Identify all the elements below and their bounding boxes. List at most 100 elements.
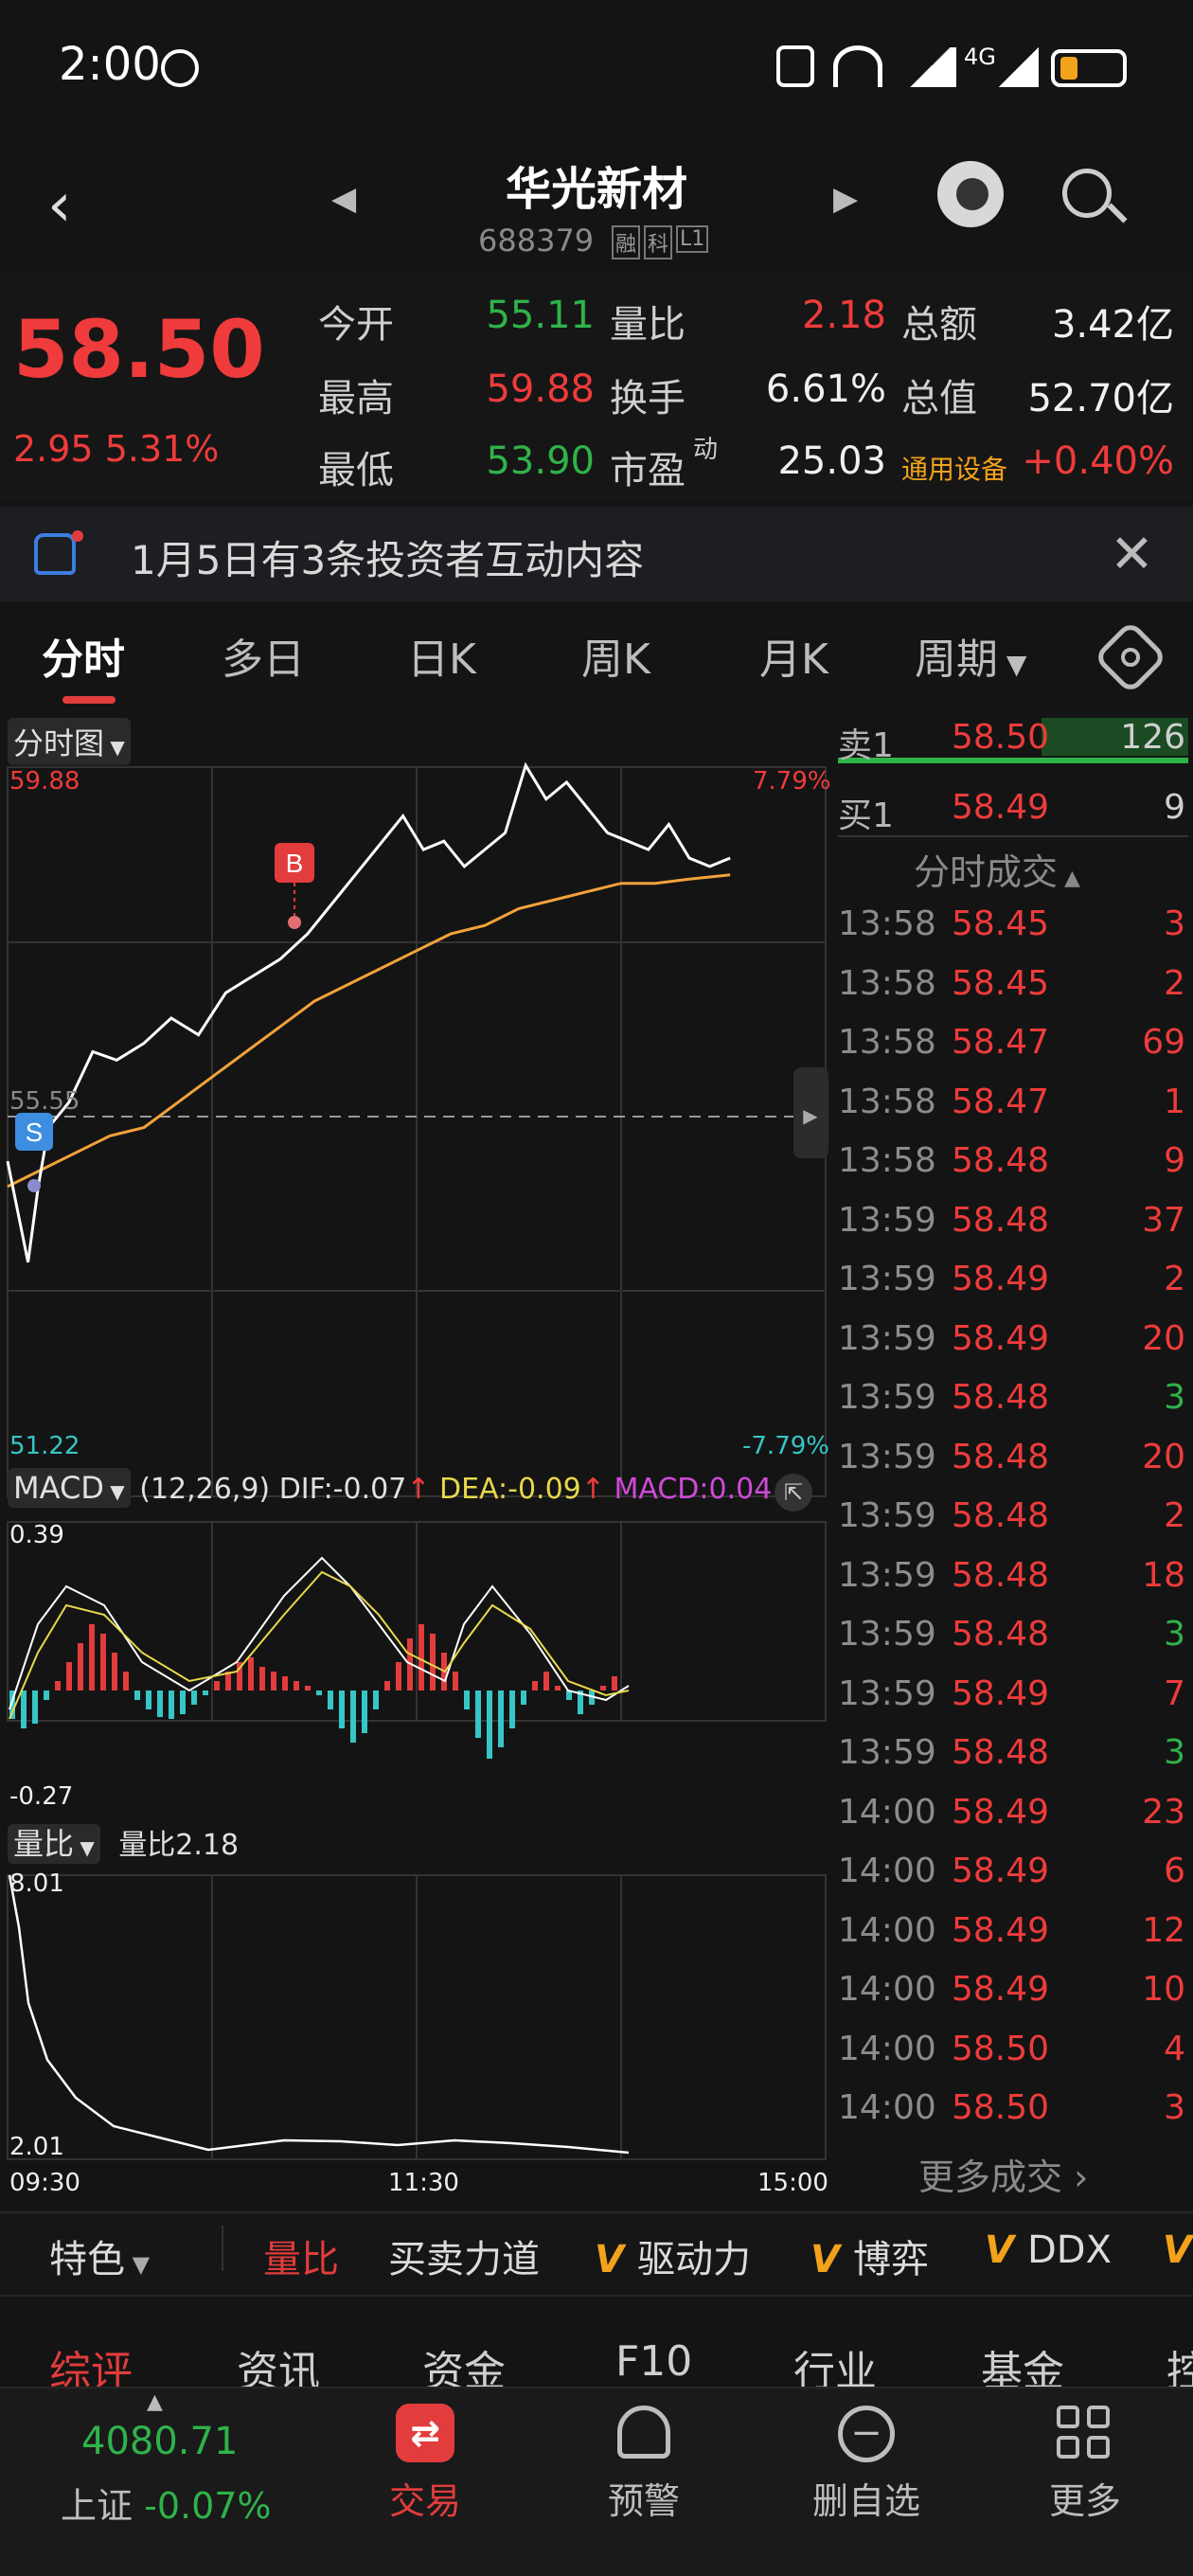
quote-label: 最低 (318, 449, 394, 492)
chevron-down-icon: ▼ (125, 2251, 151, 2278)
macd-bar (612, 1676, 617, 1690)
hotspot-icon (833, 45, 882, 87)
trade-time: 14:00 (838, 2029, 936, 2068)
buy-marker-label: B (286, 849, 304, 878)
trade-price: 58.47 (952, 1082, 1050, 1121)
next-stock-icon[interactable]: ▶ (833, 180, 858, 218)
chevron-up-icon[interactable]: ▲ (147, 2390, 163, 2414)
bid-price: 58.49 (952, 788, 1050, 827)
indicator-item[interactable]: V DDX (985, 2228, 1112, 2272)
trade-volume: 2 (1164, 1260, 1185, 1298)
current-price: 58.50 (13, 303, 265, 396)
search-icon[interactable] (1062, 169, 1112, 218)
volratio-header: 量比 ▼ 量比2.18 (8, 1820, 239, 1864)
feature-selector[interactable]: 特色 ▼ (49, 2228, 150, 2283)
macd-bar (316, 1690, 322, 1695)
trade-volume: 4 (1164, 2029, 1185, 2068)
back-icon[interactable]: ‹ (47, 170, 72, 241)
quote-label: 最高 (318, 377, 394, 420)
macd-bar (66, 1662, 72, 1690)
macd-value: MACD:0.04 (614, 1473, 773, 1506)
price-high-label: 59.88 (9, 767, 80, 796)
v-mark-icon: V (810, 2238, 840, 2281)
macd-bar (214, 1681, 220, 1690)
macd-bar (498, 1690, 504, 1747)
macd-selector[interactable]: MACD ▼ (8, 1468, 131, 1508)
trade-volume: 3 (1164, 2088, 1185, 2127)
quote-label: 今开 (318, 303, 394, 347)
macd-bar (543, 1672, 549, 1690)
tag-star: 科 (644, 225, 673, 259)
nav-alert[interactable]: 预警 (578, 2472, 710, 2524)
tab-daily-k[interactable]: 日K (407, 625, 476, 686)
trade-price: 58.49 (952, 1970, 1050, 2009)
info-tab[interactable]: F10 (615, 2337, 692, 2386)
indicator-label: DDX (1026, 2228, 1112, 2272)
trades-title[interactable]: 分时成交 ▲ (914, 843, 1080, 895)
trade-volume: 20 (1142, 1318, 1185, 1358)
alarm-bell-icon (617, 2406, 670, 2459)
macd-bar (532, 1681, 538, 1690)
trade-price: 58.49 (952, 1910, 1050, 1950)
trade-price: 58.48 (952, 1141, 1050, 1180)
notice-text[interactable]: 1月5日有3条投资者互动内容 (131, 528, 644, 586)
volratio-top-label: 8.01 (9, 1869, 64, 1898)
price-change: 2.95 5.31% (13, 428, 220, 470)
quote-label: 总额 (901, 303, 977, 347)
volratio-selector[interactable]: 量比 ▼ (8, 1824, 100, 1864)
macd-bar (146, 1690, 151, 1709)
buy-point (288, 916, 301, 929)
chart-type-selector[interactable]: 分时图 ▼ (8, 718, 131, 765)
indicator-item[interactable]: V 驱动力 (595, 2228, 751, 2283)
intraday-chart[interactable]: B S ▶ (0, 715, 828, 2192)
bell-icon (34, 533, 76, 575)
quote-value: 6.61% (765, 367, 886, 411)
nav-more[interactable]: 更多 (1019, 2472, 1151, 2524)
trade-time: 13:59 (838, 1200, 936, 1240)
signal-icon-2 (999, 47, 1039, 87)
macd-bar (328, 1690, 333, 1709)
trade-volume: 23 (1142, 1792, 1185, 1832)
macd-bar (555, 1686, 561, 1690)
indicator-item[interactable]: 量比 (263, 2228, 339, 2283)
quote-value: 25.03 (777, 439, 886, 483)
macd-header: MACD ▼ (12,26,9) DIF:-0.07↑ DEA:-0.09↑ M… (8, 1468, 773, 1508)
indicator-item[interactable]: V 博弈 (810, 2228, 929, 2283)
prev-close-label: 55.55 (9, 1087, 80, 1116)
tab-weekly-k[interactable]: 周K (581, 625, 650, 686)
index-change: -0.07% (144, 2485, 272, 2527)
quote-value: 55.11 (486, 294, 595, 337)
close-icon[interactable]: ✕ (1110, 524, 1154, 585)
trade-time: 13:59 (838, 1733, 936, 1772)
nav-trade[interactable]: 交易 (359, 2472, 491, 2524)
tab-multiday[interactable]: 多日 (222, 625, 305, 686)
indicator-label: 量比 (263, 2238, 339, 2281)
macd-bar (157, 1690, 163, 1717)
prev-stock-icon[interactable]: ◀ (331, 180, 356, 218)
macd-bar (509, 1690, 515, 1728)
index-value[interactable]: 4080.71 (81, 2420, 238, 2463)
trade-price: 58.48 (952, 1496, 1050, 1535)
ask-label: 卖1 (838, 726, 894, 765)
nav-remove-watchlist[interactable]: 删自选 (800, 2472, 933, 2524)
up-arrow-icon: ↑ (406, 1473, 431, 1506)
trade-time: 13:59 (838, 1378, 936, 1417)
price-low-label: 51.22 (9, 1432, 80, 1460)
trade-volume: 20 (1142, 1437, 1185, 1476)
more-trades-link[interactable]: 更多成交 › (918, 2148, 1088, 2200)
macd-bar (453, 1672, 458, 1690)
expand-icon[interactable]: ⇱ (775, 1474, 812, 1512)
tab-period[interactable]: 周期 ▼ (915, 625, 1026, 686)
trade-volume: 18 (1142, 1555, 1185, 1595)
index-summary[interactable]: 上证 -0.07% (61, 2477, 272, 2529)
feature-label: 特色 (49, 2238, 125, 2281)
robot-eye-icon (956, 178, 988, 210)
tab-intraday[interactable]: 分时 (42, 625, 125, 686)
volratio-selector-label: 量比 (13, 1826, 75, 1862)
indicator-item[interactable]: 买卖力道 (388, 2228, 540, 2283)
vibrate-icon (776, 45, 814, 87)
trade-price: 58.45 (952, 904, 1050, 943)
trade-price: 58.49 (952, 1852, 1050, 1890)
macd-bar (305, 1686, 311, 1690)
tab-monthly-k[interactable]: 月K (759, 625, 828, 686)
